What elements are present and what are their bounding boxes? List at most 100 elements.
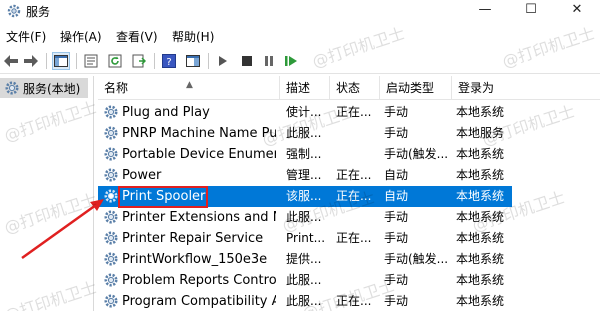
export-list-icon[interactable] xyxy=(130,52,148,70)
maximize-button[interactable]: ☐ xyxy=(508,0,554,22)
svg-text:?: ? xyxy=(166,57,171,68)
service-name: PrintWorkflow_150e3e xyxy=(122,252,268,267)
window-title: 服务 xyxy=(26,5,51,19)
service-description: 此服... xyxy=(286,294,322,308)
console-tree-icon[interactable] xyxy=(52,52,70,70)
column-header-status[interactable]: 状态 xyxy=(330,76,380,100)
service-logon-as: 本地系统 xyxy=(456,231,505,245)
service-status xyxy=(336,123,380,144)
service-logon-as: 本地系统 xyxy=(456,252,505,266)
column-header-description[interactable]: 描述 xyxy=(280,76,330,100)
service-status xyxy=(336,144,380,165)
tree-item-services-local[interactable]: 服务(本地) xyxy=(0,78,88,98)
service-status xyxy=(336,207,380,228)
service-gear-icon xyxy=(104,294,118,308)
minimize-button[interactable]: — xyxy=(462,0,508,22)
service-logon-as: 本地系统 xyxy=(456,294,505,308)
service-logon-as: 本地系统 xyxy=(456,168,505,182)
service-logon-as: 本地系统 xyxy=(456,210,505,224)
service-gear-icon xyxy=(104,147,118,161)
table-row[interactable]: PrintWorkflow_150e3e 提供... 手动(触发... 本地系统 xyxy=(98,249,512,270)
service-startup-type: 手动 xyxy=(384,231,409,245)
service-name: Plug and Play xyxy=(122,105,210,120)
service-logon-as: 本地系统 xyxy=(456,273,505,287)
toolbar: ? xyxy=(0,48,600,74)
service-name: Power xyxy=(122,168,162,183)
service-logon-as: 本地系统 xyxy=(456,105,505,119)
gear-icon xyxy=(5,81,19,95)
service-status xyxy=(336,249,380,270)
service-startup-type: 自动 xyxy=(384,189,409,203)
service-startup-type: 手动 xyxy=(384,210,409,224)
table-row[interactable]: Printer Extensions and N... 此服... 手动 本地系统 xyxy=(98,207,512,228)
pause-service-icon[interactable] xyxy=(260,52,278,70)
service-gear-icon xyxy=(104,126,118,140)
service-description: 此服... xyxy=(286,273,322,287)
service-name: PNRP Machine Name Pu... xyxy=(122,126,276,141)
service-logon-as: 本地服务 xyxy=(456,126,505,140)
menu-view[interactable]: 查看(V) xyxy=(116,28,158,45)
service-description: 提供... xyxy=(286,252,322,266)
service-description: 该服... xyxy=(286,189,322,203)
service-gear-icon xyxy=(104,105,118,119)
menu-help[interactable]: 帮助(H) xyxy=(172,28,214,45)
table-row[interactable]: Power 管理... 正在... 自动 本地系统 xyxy=(98,165,512,186)
service-startup-type: 手动 xyxy=(384,273,409,287)
close-button[interactable]: ✕ xyxy=(554,0,600,22)
menu-bar: 文件(F) 操作(A) 查看(V) 帮助(H) xyxy=(0,24,600,46)
column-header-name[interactable]: 名称 ▲ xyxy=(98,76,280,100)
sort-ascending-icon: ▲ xyxy=(186,80,193,90)
menu-file[interactable]: 文件(F) xyxy=(6,28,46,45)
refresh-icon[interactable] xyxy=(106,52,124,70)
highlight-box xyxy=(118,186,208,208)
service-status: 正在... xyxy=(336,231,372,245)
list-header: 名称 ▲ 描述 状态 启动类型 登录为 xyxy=(98,76,600,100)
tree-item-label: 服务(本地) xyxy=(23,81,81,96)
column-header-startup-type[interactable]: 启动类型 xyxy=(380,76,452,100)
help-icon[interactable]: ? xyxy=(160,52,178,70)
properties-icon[interactable] xyxy=(82,52,100,70)
service-description: 强制... xyxy=(286,147,322,161)
forward-icon[interactable] xyxy=(22,52,40,70)
service-startup-type: 手动 xyxy=(384,105,409,119)
start-service-icon[interactable] xyxy=(214,52,232,70)
service-name: Program Compatibility A... xyxy=(122,294,276,309)
title-bar: 服务 — ☐ ✕ xyxy=(0,0,600,22)
table-row[interactable]: Plug and Play 使计... 正在... 手动 本地系统 xyxy=(98,102,512,123)
table-row[interactable]: PNRP Machine Name Pu... 此服... 手动 本地服务 xyxy=(98,123,512,144)
table-row[interactable]: Problem Reports Control... 此服... 手动 本地系统 xyxy=(98,270,512,291)
service-name: Printer Extensions and N... xyxy=(122,210,276,225)
service-gear-icon xyxy=(104,252,118,266)
service-description: Print... xyxy=(286,231,326,245)
service-name: Portable Device Enumera... xyxy=(122,147,276,162)
service-gear-icon xyxy=(104,231,118,245)
service-name: Printer Repair Service xyxy=(122,231,264,246)
service-description: 管理... xyxy=(286,168,322,182)
stop-service-icon[interactable] xyxy=(238,52,256,70)
service-status: 正在... xyxy=(336,189,372,203)
service-startup-type: 手动(触发... xyxy=(384,147,449,161)
service-startup-type: 自动 xyxy=(384,168,409,182)
service-status: 正在... xyxy=(336,105,372,119)
table-row[interactable]: Printer Repair Service Print... 正在... 手动 本地系… xyxy=(98,228,512,249)
show-pane-icon[interactable] xyxy=(184,52,202,70)
service-status: 正在... xyxy=(336,168,372,182)
service-description: 此服... xyxy=(286,210,322,224)
service-startup-type: 手动(触发... xyxy=(384,252,449,266)
service-gear-icon xyxy=(104,168,118,182)
service-logon-as: 本地系统 xyxy=(456,189,505,203)
service-startup-type: 手动 xyxy=(384,294,409,308)
back-icon[interactable] xyxy=(2,52,20,70)
service-name: Problem Reports Control... xyxy=(122,273,276,288)
service-description: 使计... xyxy=(286,105,322,119)
menu-action[interactable]: 操作(A) xyxy=(60,28,102,45)
restart-service-icon[interactable] xyxy=(282,52,300,70)
service-gear-icon xyxy=(104,189,118,203)
table-row[interactable]: Program Compatibility A... 此服... 正在... 手动 本地… xyxy=(98,291,512,311)
service-status xyxy=(336,270,380,291)
service-gear-icon xyxy=(104,273,118,287)
services-app-icon xyxy=(7,4,21,18)
table-row[interactable]: Portable Device Enumera... 强制... 手动(触发... 本… xyxy=(98,144,512,165)
service-gear-icon xyxy=(104,210,118,224)
column-header-logon-as[interactable]: 登录为 xyxy=(452,76,514,100)
